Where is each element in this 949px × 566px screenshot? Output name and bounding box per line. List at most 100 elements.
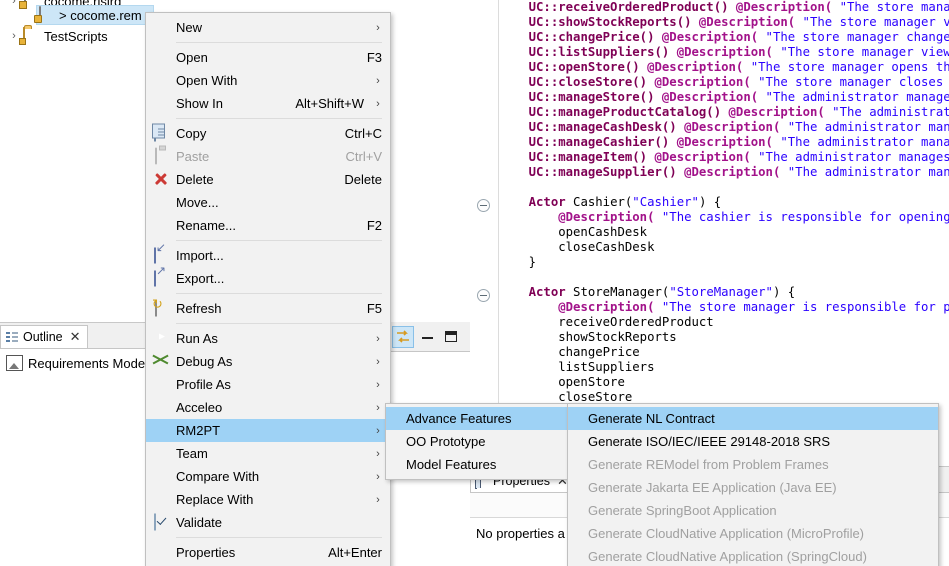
menu-item-label: Generate Jakarta EE Application (Java EE… xyxy=(588,480,837,495)
code-line: UC::changePrice() @Description( "The sto… xyxy=(528,30,949,44)
menu-separator xyxy=(176,240,382,241)
code-line: UC::manageProductCatalog() @Description(… xyxy=(528,105,949,119)
check-icon xyxy=(152,513,169,531)
minimize-icon[interactable] xyxy=(416,326,438,348)
tree-row-label: > cocome.rem xyxy=(59,7,142,23)
submenu-item-oo-prototype[interactable]: OO Prototype› xyxy=(386,430,582,453)
outline-item-requirements-model[interactable]: Requirements Mode xyxy=(6,355,145,371)
menu-item-label: Import... xyxy=(176,248,224,263)
code-line: openCashDesk xyxy=(499,225,648,239)
tree-row[interactable]: › TestScripts xyxy=(6,26,108,46)
code-line: openStore xyxy=(499,375,625,389)
menu-item-delete[interactable]: Delete Delete xyxy=(146,168,390,191)
menu-item-open-with[interactable]: Open With › xyxy=(146,69,390,92)
submenu-item-generate-nl-contract[interactable]: Generate NL Contract xyxy=(568,407,938,430)
menu-item-show-in[interactable]: Show In Alt+Shift+W › xyxy=(146,92,390,115)
menu-item-copy[interactable]: Copy Ctrl+C xyxy=(146,122,390,145)
menu-item-label: Copy xyxy=(176,126,207,141)
menu-item-label: Open xyxy=(176,50,208,65)
submenu-item-model-features[interactable]: Model Features› xyxy=(386,453,582,476)
code-line: listSuppliers xyxy=(499,360,655,374)
submenu-item-advance-features[interactable]: Advance Features› xyxy=(386,407,582,430)
tree-row-label: TestScripts xyxy=(44,28,108,44)
menu-item-rename[interactable]: Rename... F2 xyxy=(146,214,390,237)
menu-item-label: Replace With xyxy=(176,492,254,507)
menu-item-validate[interactable]: Validate xyxy=(146,511,390,534)
code-line: @Description( "The store manager is resp… xyxy=(558,300,949,314)
menu-separator xyxy=(176,42,382,43)
menu-item-open[interactable]: Open F3 xyxy=(146,46,390,69)
submenu-item-generate-cloudnative-application-springcloud[interactable]: Generate CloudNative Application (Spring… xyxy=(568,545,938,566)
submenu-item-generate-iso-iec-ieee-29148-2018-srs[interactable]: Generate ISO/IEC/IEEE 29148-2018 SRS xyxy=(568,430,938,453)
fold-collapse-icon[interactable] xyxy=(477,199,490,212)
menu-item-label: Rename... xyxy=(176,218,236,233)
menu-item-move[interactable]: Move... xyxy=(146,191,390,214)
menu-item-debug-as[interactable]: Debug As › xyxy=(146,350,390,373)
code-line: showStockReports xyxy=(499,330,677,344)
tree-row-selected[interactable]: > cocome.rem xyxy=(36,5,154,25)
menu-item-properties[interactable]: Properties Alt+Enter xyxy=(146,541,390,564)
menu-item-run-as[interactable]: Run As › xyxy=(146,327,390,350)
menu-item-team[interactable]: Team › xyxy=(146,442,390,465)
tab-outline[interactable]: Outline ✕ xyxy=(0,325,88,348)
code-line: closeCashDesk xyxy=(499,240,655,254)
chevron-right-icon: › xyxy=(376,332,380,345)
chevron-right-icon: › xyxy=(376,470,380,483)
menu-item-rm2pt[interactable]: RM2PT › xyxy=(146,419,390,442)
menu-item-label: Open With xyxy=(176,73,238,88)
menu-item-paste[interactable]: Paste Ctrl+V xyxy=(146,145,390,168)
menu-item-label: Generate CloudNative Application (MicroP… xyxy=(588,526,865,541)
menu-item-label: Refresh xyxy=(176,301,222,316)
context-menu[interactable]: New › Open F3 Open With › Show In Alt+Shift+W › C… xyxy=(145,12,391,566)
code-line: @Description( "The cashier is responsibl… xyxy=(558,210,949,224)
maximize-icon[interactable] xyxy=(440,326,462,348)
folder-icon xyxy=(22,27,40,44)
menu-item-accelerator: Ctrl+C xyxy=(344,126,382,141)
menu-item-label: Model Features xyxy=(406,457,497,472)
menu-item-compare-with[interactable]: Compare With › xyxy=(146,465,390,488)
submenu-advance-features[interactable]: Generate NL Contract Generate ISO/IEC/IEE… xyxy=(567,403,939,566)
fold-collapse-icon[interactable] xyxy=(477,289,490,302)
code-line: UC::showStockReports() @Description( "Th… xyxy=(528,15,949,29)
sync-arrows-icon[interactable] xyxy=(392,325,414,348)
menu-item-export[interactable]: Export... xyxy=(146,267,390,290)
submenu-rm2pt[interactable]: Advance Features›OO Prototype›Model Feat… xyxy=(385,403,583,480)
submenu-item-generate-remodel-from-problem-frames[interactable]: Generate REModel from Problem Frames xyxy=(568,453,938,476)
close-icon[interactable]: ✕ xyxy=(70,329,81,345)
menu-item-accelerator: Ctrl+V xyxy=(345,149,382,164)
menu-item-profile-as[interactable]: Profile As › xyxy=(146,373,390,396)
menu-item-label: Generate CloudNative Application (Spring… xyxy=(588,549,867,564)
editor-text-content[interactable]: UC::receiveOrderedProduct() @Description… xyxy=(499,0,949,466)
code-line: UC::openStore() @Description( "The store… xyxy=(528,60,949,74)
code-editor[interactable]: UC::receiveOrderedProduct() @Description… xyxy=(470,0,949,466)
submenu-item-generate-jakarta-ee-application-java-ee[interactable]: Generate Jakarta EE Application (Java EE… xyxy=(568,476,938,499)
delete-icon xyxy=(152,171,169,188)
menu-item-label: Generate ISO/IEC/IEEE 29148-2018 SRS xyxy=(588,434,831,449)
submenu-item-generate-cloudnative-application-microprofile[interactable]: Generate CloudNative Application (MicroP… xyxy=(568,522,938,545)
code-line: receiveOrderedProduct xyxy=(499,315,714,329)
menu-item-accelerator: Delete xyxy=(344,172,382,187)
outline-toolbar xyxy=(388,322,470,352)
menu-item-label: Profile As xyxy=(176,377,231,392)
file-icon xyxy=(37,6,55,23)
menu-item-new[interactable]: New › xyxy=(146,16,390,39)
menu-item-replace-with[interactable]: Replace With › xyxy=(146,488,390,511)
menu-item-label: Acceleo xyxy=(176,400,223,415)
menu-item-refresh[interactable]: Refresh F5 xyxy=(146,297,390,320)
editor-folding-ruler[interactable] xyxy=(470,0,499,466)
chevron-right-icon: › xyxy=(376,97,380,110)
outline-item-label: Requirements Mode xyxy=(28,355,146,371)
menu-item-label: Paste xyxy=(176,149,210,164)
import-icon xyxy=(152,247,169,264)
menu-item-label: OO Prototype xyxy=(406,434,486,449)
refresh-icon xyxy=(152,299,169,317)
menu-item-acceleo[interactable]: Acceleo › xyxy=(146,396,390,419)
code-line: UC::manageCashier() @Description( "The a… xyxy=(528,135,949,149)
chevron-right-icon: › xyxy=(376,355,380,368)
menu-item-label: RM2PT xyxy=(176,423,221,438)
menu-item-label: Properties xyxy=(176,545,236,560)
menu-item-label: Validate xyxy=(176,515,223,530)
submenu-item-generate-springboot-application[interactable]: Generate SpringBoot Application xyxy=(568,499,938,522)
menu-item-import[interactable]: Import... xyxy=(146,244,390,267)
